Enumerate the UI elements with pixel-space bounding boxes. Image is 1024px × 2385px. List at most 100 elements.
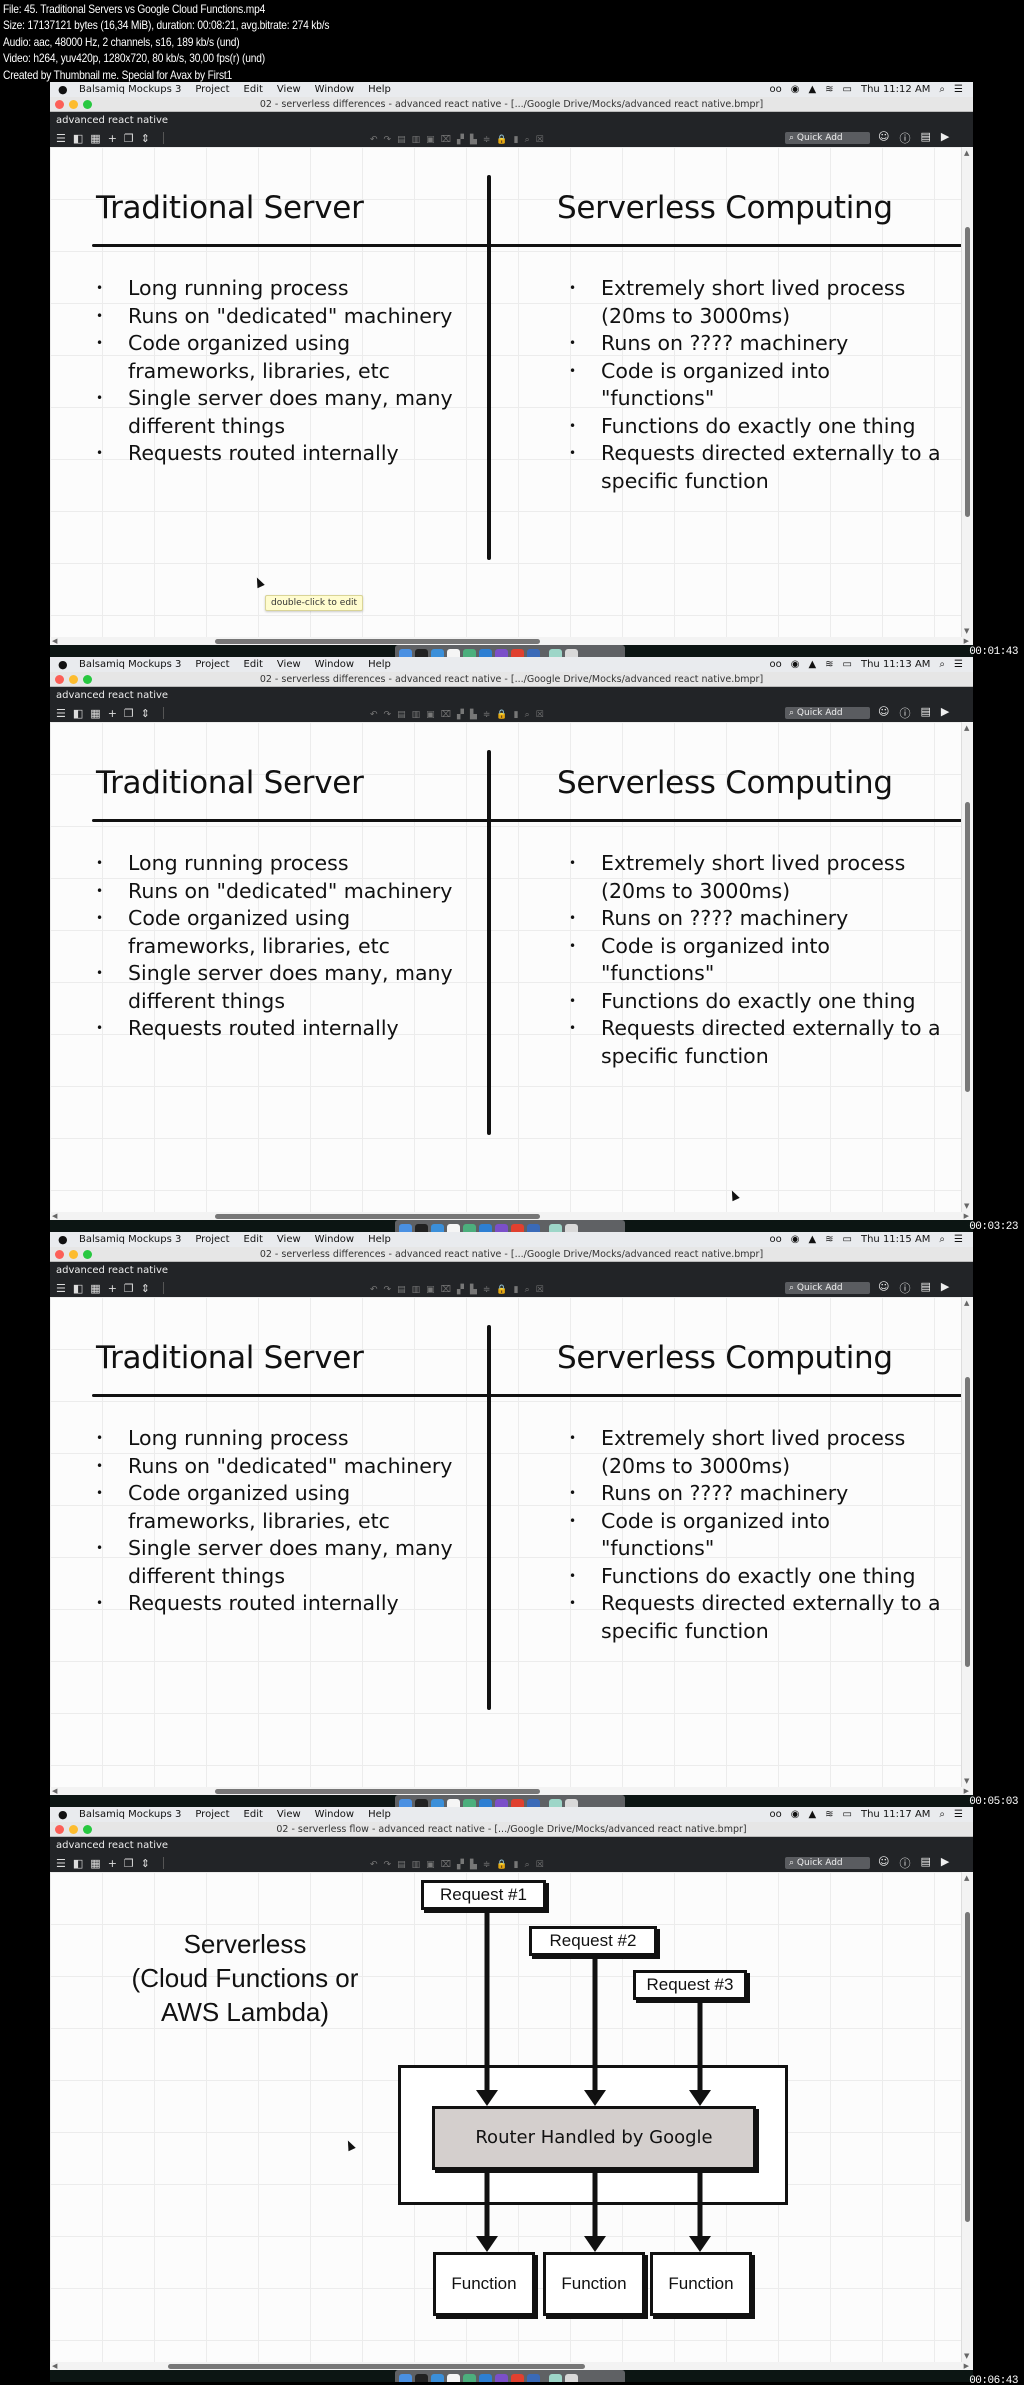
toolbar-button[interactable]: ◧ [73,132,83,145]
minimize-window-button[interactable] [69,100,78,109]
toolbar-button[interactable]: ◧ [73,707,83,720]
toolbar-button[interactable]: ⇕ [141,132,150,145]
battery-icon[interactable]: ▭ [843,1809,852,1820]
notification-center-icon[interactable]: ☰ [954,1234,963,1245]
record-icon[interactable]: ◉ [791,84,800,95]
toolbar-button[interactable]: ↷ [384,135,392,145]
atom-icon[interactable] [463,648,476,657]
chrome-icon[interactable] [511,2373,524,2382]
toolbar-button[interactable]: ▦ [90,1282,100,1295]
close-window-button[interactable] [55,1825,64,1834]
horizontal-scroll-thumb[interactable] [215,1214,540,1219]
toolbar-button[interactable]: ▮ [514,710,519,720]
vertical-scrollbar[interactable]: ▲ ▼ [961,1297,973,1787]
notification-center-icon[interactable]: ☰ [954,659,963,670]
menu-app-name[interactable]: Balsamiq Mockups 3 [79,84,181,95]
menu-help[interactable]: Help [368,84,391,95]
preview-icon[interactable] [549,1223,562,1232]
toolbar-button[interactable]: ☒ [536,1285,544,1295]
finder-icon[interactable] [399,1223,412,1232]
atom-icon[interactable] [463,2373,476,2382]
toolbar-button[interactable]: ⇕ [141,1282,150,1295]
scroll-down-icon[interactable]: ▼ [964,1777,969,1785]
function-box[interactable]: Function [433,2252,535,2316]
zoom-window-button[interactable] [83,1825,92,1834]
close-window-button[interactable] [55,100,64,109]
finder-icon[interactable] [399,648,412,657]
scroll-left-icon[interactable]: ◀ [52,1212,57,1220]
vertical-scroll-thumb[interactable] [965,802,970,1092]
toolbar-button[interactable]: ↷ [384,1860,392,1870]
toolbar-button[interactable]: ⌕ [525,1860,530,1870]
toolbar-button[interactable]: ▞ [457,135,464,145]
chrome-icon[interactable] [511,1223,524,1232]
wifi-icon[interactable]: ≋ [825,1809,833,1820]
toolbar-button[interactable]: ⌕ [525,1285,530,1295]
preview-icon[interactable] [549,2373,562,2382]
toolbar-button[interactable]: ❐ [124,1282,134,1295]
toolbar-button[interactable]: 🔒 [496,710,507,720]
scroll-right-icon[interactable]: ▶ [964,1787,969,1795]
horizontal-scrollbar[interactable]: ◀ ▶ [50,1212,973,1220]
editor-icon[interactable] [495,2373,508,2382]
scroll-left-icon[interactable]: ◀ [52,1787,57,1795]
toolbar-button[interactable]: ▮ [514,135,519,145]
toolbar-button[interactable]: ▦ [90,1857,100,1870]
mockup-canvas[interactable]: Traditional Server Serverless Computing Lo… [50,1297,962,1787]
toolbar-button[interactable]: ▣ [426,1285,435,1295]
toolbar-button[interactable]: ▙ [470,710,477,720]
toolbar-button[interactable]: ≑ [483,710,491,720]
clock[interactable]: Thu 11:17 AM [861,1809,930,1820]
quick-add-input[interactable]: ⌕ Quick Add [785,707,870,719]
toolbar-button[interactable]: 🔒 [496,135,507,145]
scroll-left-icon[interactable]: ◀ [52,637,57,645]
smiley-app-icon[interactable] [447,2373,460,2382]
drive-icon[interactable]: ▲ [808,84,816,95]
zoom-window-button[interactable] [83,100,92,109]
presentation-icon[interactable]: ▶ [941,705,949,721]
menu-edit[interactable]: Edit [244,1809,263,1820]
toolbar-button[interactable]: ☰ [56,1857,66,1870]
toolbar-button[interactable]: + [108,1282,117,1295]
toolbar-button[interactable]: ↶ [370,710,378,720]
toolbar-button[interactable]: ▥ [412,710,421,720]
spotlight-icon[interactable]: ⌕ [939,1809,945,1820]
toolbar-button[interactable]: ▣ [426,710,435,720]
toolbar-button[interactable]: ☒ [536,135,544,145]
quick-add-input[interactable]: ⌕ Quick Add [785,1857,870,1869]
toolbar-button[interactable]: ⌧ [441,1860,451,1870]
toolbar-button[interactable]: + [108,1857,117,1870]
toolbar-button[interactable]: ↷ [384,710,392,720]
minimize-window-button[interactable] [69,1825,78,1834]
toolbar-button[interactable]: ▙ [470,1285,477,1295]
drive-icon[interactable]: ▲ [808,1234,816,1245]
toolbar-button[interactable]: ▥ [412,135,421,145]
menu-help[interactable]: Help [368,1809,391,1820]
vertical-scrollbar[interactable]: ▲ ▼ [961,1872,973,2362]
minimize-window-button[interactable] [69,1250,78,1259]
terminal-icon[interactable] [415,1798,428,1807]
zoom-window-button[interactable] [83,675,92,684]
xcode-icon[interactable] [431,2373,444,2382]
toolbar-button[interactable]: ▞ [457,1860,464,1870]
menu-help[interactable]: Help [368,659,391,670]
feedback-icon[interactable]: ☺ [878,1855,889,1871]
scroll-up-icon[interactable]: ▲ [964,1299,969,1307]
menu-help[interactable]: Help [368,1234,391,1245]
menu-app-name[interactable]: Balsamiq Mockups 3 [79,659,181,670]
spotlight-icon[interactable]: ⌕ [939,659,945,670]
menu-project[interactable]: Project [195,1234,229,1245]
toolbar-button[interactable]: ☒ [536,1860,544,1870]
zoom-window-button[interactable] [83,1250,92,1259]
toolbar-button[interactable]: ≑ [483,135,491,145]
toolbar-button[interactable]: ⌕ [525,135,530,145]
battery-icon[interactable]: ▭ [843,1234,852,1245]
menu-window[interactable]: Window [315,1234,354,1245]
apple-icon[interactable]: ● [58,1808,72,1821]
wifi-icon[interactable]: ≋ [825,1234,833,1245]
toolbar-button[interactable]: ☒ [536,710,544,720]
minimize-window-button[interactable] [69,675,78,684]
trash-icon[interactable] [565,1798,578,1807]
toolbar-button[interactable]: ☰ [56,1282,66,1295]
toolbar-button[interactable]: ▮ [514,1860,519,1870]
